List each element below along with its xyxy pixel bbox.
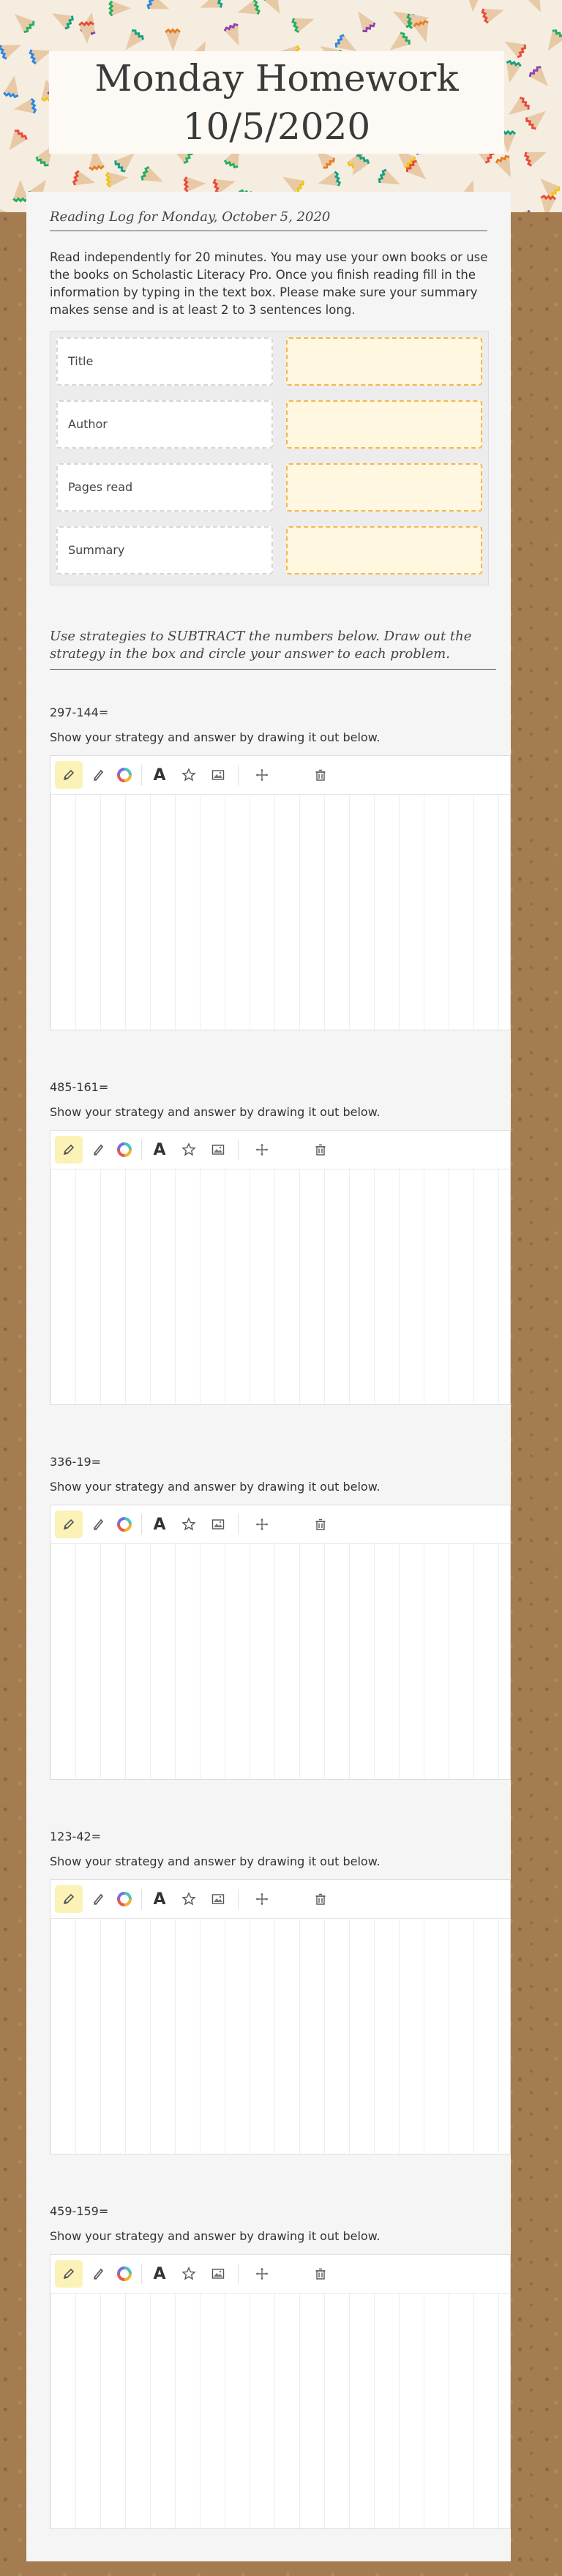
image-icon[interactable] [204,2260,232,2288]
marker-icon[interactable] [84,1136,112,1164]
drawing-area[interactable] [50,795,510,1030]
log-label-author: Author [56,400,273,449]
log-label-title: Title [56,337,273,386]
drawing-toolbar: A [50,2255,510,2294]
drawing-toolbar: A [50,1131,510,1169]
drawing-canvas-5[interactable]: A [50,2254,511,2529]
text-tool-icon[interactable]: A [146,1510,173,1538]
title-line-1: Monday Homework [94,57,459,100]
text-tool-icon[interactable]: A [146,761,173,789]
marker-icon[interactable] [84,761,112,789]
image-icon[interactable] [204,1510,232,1538]
pencil-icon[interactable] [55,1510,83,1538]
drawing-toolbar: A [50,756,510,795]
pencil-icon[interactable] [55,2260,83,2288]
pencil-icon[interactable] [55,761,83,789]
page-title: Monday Homework 10/5/2020 [49,51,504,154]
trash-icon[interactable] [307,1885,334,1913]
drawing-instruction: Show your strategy and answer by drawing… [50,1854,381,1868]
drawing-area[interactable] [50,1919,510,2154]
toolbar-divider [141,1889,142,1909]
star-icon[interactable] [175,1510,203,1538]
problem-label-2: 485-161= [50,1080,109,1094]
problem-label-4: 123-42= [50,1830,102,1843]
move-icon[interactable] [248,1510,276,1538]
drawing-canvas-3[interactable]: A [50,1505,511,1780]
subtraction-directions: Use strategies to SUBTRACT the numbers b… [50,628,496,670]
toolbar-divider [141,1514,142,1535]
text-tool-icon[interactable]: A [146,2260,173,2288]
toolbar-divider [141,2264,142,2284]
trash-icon[interactable] [307,2260,334,2288]
drawing-area[interactable] [50,1169,510,1404]
text-tool-icon[interactable]: A [146,1136,173,1164]
drawing-canvas-4[interactable]: A [50,1879,511,2154]
author-input[interactable] [286,400,482,449]
trash-icon[interactable] [307,1136,334,1164]
problem-label-3: 336-19= [50,1455,102,1469]
drawing-canvas-1[interactable]: A [50,755,511,1030]
drawing-toolbar: A [50,1880,510,1919]
text-tool-icon[interactable]: A [146,1885,173,1913]
image-icon[interactable] [204,1136,232,1164]
reading-log-instructions: Read independently for 20 minutes. You m… [50,250,488,317]
star-icon[interactable] [175,761,203,789]
toolbar-divider [141,765,142,785]
title-input[interactable] [286,337,482,386]
log-label-summary: Summary [56,526,273,574]
drawing-instruction: Show your strategy and answer by drawing… [50,1480,381,1494]
worksheet: Reading Log for Monday, October 5, 2020 … [26,192,511,2561]
drawing-area[interactable] [50,2294,510,2528]
reading-log-heading: Reading Log for Monday, October 5, 2020 [50,209,487,231]
drawing-canvas-2[interactable]: A [50,1130,511,1405]
log-label-pages-read: Pages read [56,463,273,512]
pencil-icon[interactable] [55,1885,83,1913]
drawing-toolbar: A [50,1505,510,1544]
marker-icon[interactable] [84,1510,112,1538]
marker-icon[interactable] [84,1885,112,1913]
star-icon[interactable] [175,1136,203,1164]
drawing-instruction: Show your strategy and answer by drawing… [50,1105,381,1119]
toolbar-divider [238,765,239,785]
image-icon[interactable] [204,761,232,789]
header-banner: Monday Homework 10/5/2020 [0,0,562,212]
drawing-instruction: Show your strategy and answer by drawing… [50,2229,381,2243]
reading-log-table: Title Author Pages read Summary [50,331,489,585]
toolbar-divider [141,1139,142,1160]
color-wheel-icon[interactable] [110,1510,138,1538]
problem-label-5: 459-159= [50,2204,109,2218]
toolbar-divider [238,1889,239,1909]
color-wheel-icon[interactable] [110,1136,138,1164]
image-icon[interactable] [204,1885,232,1913]
drawing-instruction: Show your strategy and answer by drawing… [50,730,381,744]
drawing-area[interactable] [50,1544,510,1779]
star-icon[interactable] [175,1885,203,1913]
color-wheel-icon[interactable] [110,1885,138,1913]
toolbar-divider [238,2264,239,2284]
color-wheel-icon[interactable] [110,761,138,789]
move-icon[interactable] [248,1136,276,1164]
move-icon[interactable] [248,2260,276,2288]
color-wheel-icon[interactable] [110,2260,138,2288]
pages-read-input[interactable] [286,463,482,512]
star-icon[interactable] [175,2260,203,2288]
move-icon[interactable] [248,761,276,789]
move-icon[interactable] [248,1885,276,1913]
problem-label-1: 297-144= [50,705,109,719]
summary-input[interactable] [286,526,482,574]
toolbar-divider [238,1514,239,1535]
pencil-icon[interactable] [55,1136,83,1164]
trash-icon[interactable] [307,1510,334,1538]
title-line-2: 10/5/2020 [182,105,371,148]
marker-icon[interactable] [84,2260,112,2288]
toolbar-divider [238,1139,239,1160]
trash-icon[interactable] [307,761,334,789]
